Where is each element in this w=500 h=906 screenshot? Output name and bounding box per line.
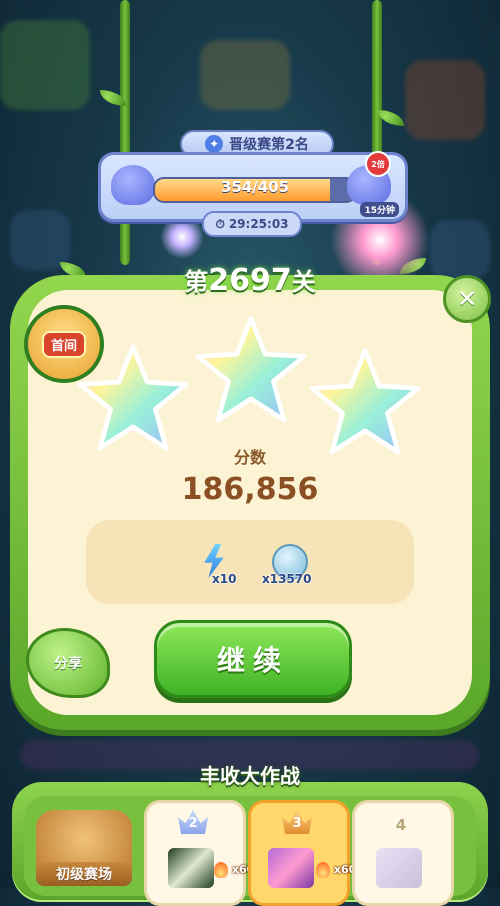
continue-button[interactable]: 继续 [154, 620, 352, 698]
clock-icon: ⏱ [215, 216, 225, 231]
promotion-progress-text: 354/405 [220, 178, 290, 196]
rank-number: 4 [395, 816, 407, 834]
vine-left [120, 0, 130, 265]
reward-count: x10 [212, 572, 237, 586]
trophy-icon: ✦ [205, 135, 224, 153]
level-prefix: 第 [184, 268, 209, 296]
share-label: 分享 [54, 656, 82, 672]
double-reward-badge: 2倍 [365, 151, 391, 177]
star-3 [309, 348, 421, 455]
time-bonus-tag: 15分钟 [360, 202, 399, 217]
background-tile [0, 20, 90, 110]
reward-item: x13570 [262, 544, 312, 586]
background-tile [405, 60, 485, 140]
reward-count: x13570 [262, 572, 312, 586]
rank-number: 2 [188, 816, 198, 831]
level-thumbnail [376, 848, 422, 888]
event-title: 丰收大作战 [200, 764, 300, 788]
heat-count: x60 [316, 862, 356, 878]
star-2 [195, 316, 307, 423]
level-title: 第2697关 [0, 262, 500, 298]
league-label: 初级赛场 [36, 862, 132, 886]
close-button[interactable]: ✕ [443, 275, 491, 323]
level-thumbnail [268, 848, 314, 888]
level-suffix: 关 [291, 268, 316, 296]
reward-box [86, 520, 414, 604]
promotion-rank-label: 晋级赛第2名 [229, 137, 309, 153]
timer-text: 29:25:03 [228, 217, 289, 231]
score-value: 186,856 [181, 472, 319, 507]
level-thumbnail [168, 848, 214, 888]
event-timer: ⏱ 29:25:03 [202, 211, 302, 237]
continue-label: 继续 [216, 644, 289, 677]
flame-icon [214, 862, 228, 878]
rank-number: 3 [292, 816, 302, 831]
player-avatar-icon [111, 165, 155, 205]
background-tile [10, 210, 70, 270]
score-label: 分数 [233, 448, 266, 467]
flame-icon [316, 862, 330, 878]
reward-item: x10 [200, 544, 236, 586]
star-1 [77, 344, 189, 451]
level-number: 2697 [208, 263, 292, 298]
close-icon: ✕ [456, 285, 478, 313]
background-tile [200, 40, 290, 110]
